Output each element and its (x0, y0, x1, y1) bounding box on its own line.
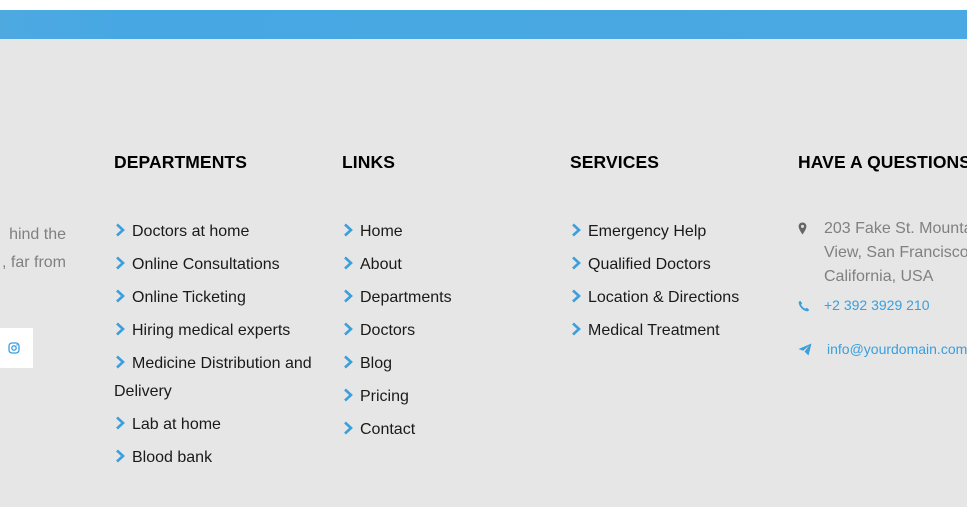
department-link[interactable]: Online Ticketing (114, 284, 314, 312)
address-line: 203 Fake St. Mountain (824, 220, 967, 237)
links-column: LINKS Home About Departments Doctors Blo… (342, 152, 542, 438)
links-heading: LINKS (342, 152, 395, 172)
site-footer: hind the , far from DEPARTMENTS Doctors … (0, 39, 967, 507)
chevron-right-icon (116, 355, 125, 369)
chevron-right-icon (116, 322, 125, 336)
instagram-icon (7, 342, 20, 354)
footer-link-departments[interactable]: Departments (342, 284, 452, 312)
department-link[interactable]: Blood bank (114, 444, 314, 472)
department-link[interactable]: Hiring medical experts (114, 317, 314, 345)
about-text: hind the , far from (0, 221, 66, 277)
footer-link-pricing[interactable]: Pricing (342, 383, 452, 411)
instagram-link[interactable] (0, 328, 33, 368)
service-link[interactable]: Location & Directions (570, 284, 739, 312)
paper-plane-icon (798, 343, 812, 356)
chevron-right-icon (116, 256, 125, 270)
department-link[interactable]: Medicine Distribution and Delivery (114, 350, 314, 406)
departments-list: Doctors at home Online Consultations Onl… (114, 218, 314, 477)
chevron-right-icon (116, 289, 125, 303)
map-marker-icon (798, 222, 807, 235)
service-link[interactable]: Medical Treatment (570, 317, 739, 345)
chevron-right-icon (572, 289, 581, 303)
top-banner (0, 10, 967, 39)
about-text-line: hind the (9, 226, 66, 243)
about-text-line: , far from (1, 254, 66, 271)
chevron-right-icon (572, 256, 581, 270)
department-link[interactable]: Doctors at home (114, 218, 314, 246)
phone-link[interactable]: +2 392 3929 210 (824, 297, 930, 313)
footer-link-home[interactable]: Home (342, 218, 452, 246)
links-list: Home About Departments Doctors Blog Pric… (342, 218, 452, 449)
chevron-right-icon (344, 256, 353, 270)
chevron-right-icon (344, 388, 353, 402)
footer-link-contact[interactable]: Contact (342, 416, 452, 444)
chevron-right-icon (116, 416, 125, 430)
footer-link-blog[interactable]: Blog (342, 350, 452, 378)
department-link[interactable]: Lab at home (114, 411, 314, 439)
email-link[interactable]: info@yourdomain.com (827, 341, 967, 357)
departments-heading: DEPARTMENTS (114, 152, 247, 172)
contact-column: HAVE A QUESTIONS? 203 Fake St. Mountain … (798, 152, 967, 357)
chevron-right-icon (344, 355, 353, 369)
service-link[interactable]: Emergency Help (570, 218, 739, 246)
services-heading: SERVICES (570, 152, 659, 172)
departments-column: DEPARTMENTS Doctors at home Online Consu… (114, 152, 314, 466)
chevron-right-icon (344, 289, 353, 303)
department-link[interactable]: Online Consultations (114, 251, 314, 279)
phone-icon (798, 300, 810, 312)
chevron-right-icon (116, 223, 125, 237)
contact-heading: HAVE A QUESTIONS? (798, 152, 967, 172)
footer-link-about[interactable]: About (342, 251, 452, 279)
chevron-right-icon (344, 223, 353, 237)
address-line: California, USA (824, 268, 934, 285)
address-line: View, San Francisco, (824, 244, 967, 261)
services-list: Emergency Help Qualified Doctors Locatio… (570, 218, 739, 350)
chevron-right-icon (572, 322, 581, 336)
service-link[interactable]: Qualified Doctors (570, 251, 739, 279)
chevron-right-icon (344, 421, 353, 435)
services-column: SERVICES Emergency Help Qualified Doctor… (570, 152, 780, 339)
footer-link-doctors[interactable]: Doctors (342, 317, 452, 345)
chevron-right-icon (572, 223, 581, 237)
chevron-right-icon (344, 322, 353, 336)
address: 203 Fake St. Mountain View, San Francisc… (824, 217, 967, 289)
chevron-right-icon (116, 449, 125, 463)
